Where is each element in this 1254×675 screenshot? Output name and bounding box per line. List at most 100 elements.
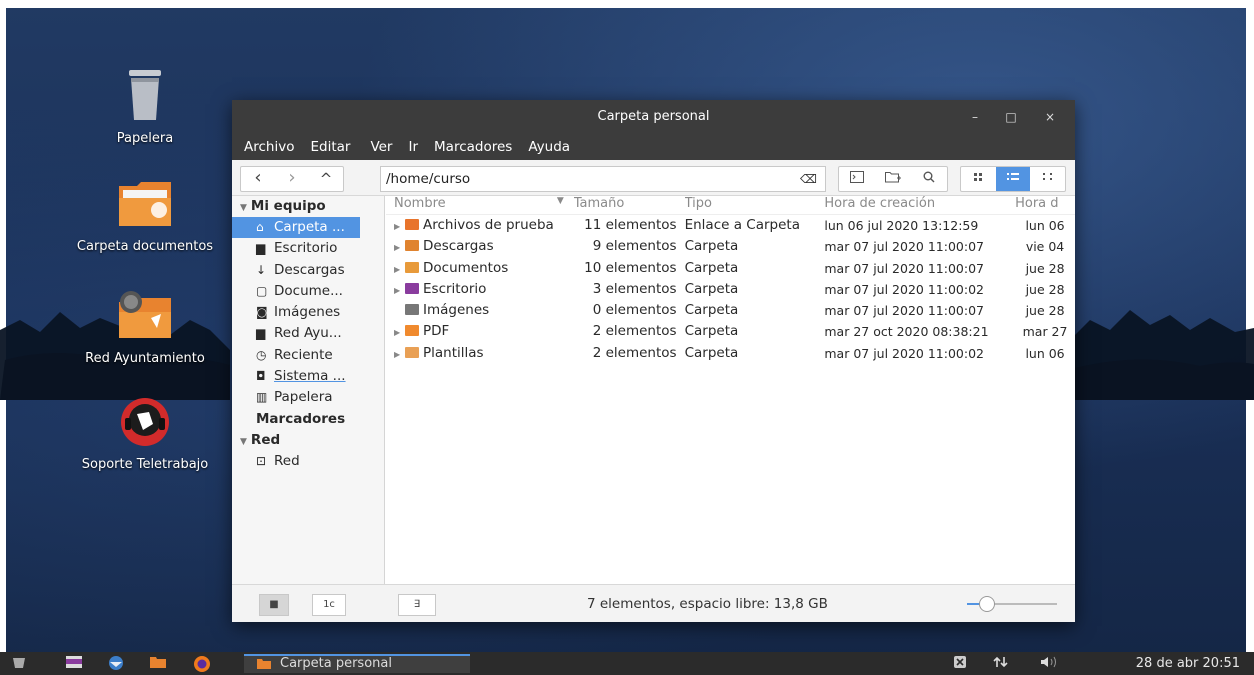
menu-archivo[interactable]: Archivo	[244, 139, 294, 155]
minimize-button[interactable]: –	[963, 100, 987, 134]
download-icon: ↓	[256, 262, 267, 277]
file-row[interactable]: ▶ Escritorio 3 elementos Carpeta mar 07 jul …	[386, 279, 1075, 300]
file-name-cell: ▶ Archivos de prueba	[386, 215, 574, 236]
sidebar-item-documentos[interactable]: ▢ Docume...	[232, 281, 384, 302]
file-row[interactable]: ▶ Plantillas 2 elementos Carpeta mar 07 jul …	[386, 343, 1075, 364]
column-header-tamano[interactable]: Tamaño	[574, 196, 685, 214]
column-header-nombre[interactable]: Nombre ▼	[386, 196, 574, 214]
tray-network-icon[interactable]	[990, 655, 1012, 672]
desktop-icon-label: Soporte Teletrabajo	[81, 457, 209, 472]
launcher-firefox[interactable]	[190, 655, 214, 672]
file-size-cell: 2 elementos	[592, 323, 677, 340]
terminal-toggle-button[interactable]: ∃	[398, 594, 436, 616]
tray-update-icon[interactable]	[950, 655, 970, 672]
file-row[interactable]: ▶ PDF 2 elementos Carpeta mar 27 oct 2020 08…	[386, 321, 1075, 342]
desktop-icon-soporte-teletrabajo[interactable]: Soporte Teletrabajo	[70, 394, 220, 473]
desktop-icon-carpeta-documentos[interactable]: Carpeta documentos	[70, 176, 220, 255]
location-bar[interactable]: /home/curso ⌫	[380, 166, 826, 192]
network-icon: ⊡	[256, 453, 267, 468]
grid-icon	[974, 173, 983, 181]
expand-arrow-icon[interactable]: ▶	[394, 280, 405, 300]
desktop-icon-red-ayuntamiento[interactable]: Red Ayuntamiento	[70, 288, 220, 367]
desktop-icon-papelera[interactable]: Papelera	[70, 68, 220, 147]
toolbar: ‹ › ^ /home/curso ⌫	[232, 160, 1075, 196]
launcher-file-manager[interactable]	[62, 655, 86, 672]
new-folder-button[interactable]	[875, 167, 911, 191]
menu-marcadores[interactable]: Marcadores	[434, 139, 512, 155]
file-modified-cell: jue 28	[1025, 281, 1065, 297]
clear-path-icon[interactable]: ⌫	[800, 167, 817, 191]
close-button[interactable]: ×	[1038, 100, 1062, 134]
launcher-thunderbird[interactable]	[104, 655, 128, 672]
list-view-button[interactable]	[995, 167, 1031, 191]
compact-list-icon	[1042, 173, 1052, 180]
file-list: Nombre ▼ Tamaño Tipo Hora de creación Hor…	[386, 196, 1075, 584]
file-row[interactable]: Imágenes 0 elementos Carpeta mar 07 jul 202…	[386, 300, 1075, 321]
tray-volume-icon[interactable]	[1036, 655, 1062, 672]
launcher-folder[interactable]	[146, 655, 170, 672]
file-modified-cell: mar 27	[1022, 324, 1068, 340]
clock[interactable]: 28 de abr 20:51	[1136, 652, 1240, 675]
places-toggle-button[interactable]: ■	[259, 594, 289, 616]
maximize-button[interactable]: □	[999, 100, 1023, 134]
taskbar-window-carpeta-personal[interactable]: Carpeta personal	[244, 654, 470, 673]
file-row[interactable]: ▶ Archivos de prueba 11 elementos Enlace a …	[386, 215, 1075, 236]
column-header-hora-creacion[interactable]: Hora de creación	[824, 196, 1015, 214]
expand-arrow-icon[interactable]: ▶	[394, 216, 405, 236]
expand-arrow-icon[interactable]: ▶	[394, 322, 405, 342]
zoom-slider[interactable]	[967, 596, 1057, 612]
folder-icon	[150, 657, 166, 668]
file-created-cell: mar 07 jul 2020 11:00:02	[824, 345, 984, 361]
sidebar-item-red-ayuntamiento[interactable]: ▆ Red Ayu...	[232, 323, 384, 344]
menubar: Archivo Editar Ver Ir Marcadores Ayuda	[232, 134, 1075, 160]
sidebar-item-imagenes[interactable]: ◙ Imágenes	[232, 302, 384, 323]
expand-arrow-icon[interactable]: ▶	[394, 237, 405, 257]
back-button[interactable]: ‹	[241, 167, 275, 191]
sidebar-item-papelera[interactable]: ▥ Papelera	[232, 387, 384, 408]
new-folder-icon	[885, 172, 901, 183]
compact-view-button[interactable]	[1030, 167, 1065, 191]
menu-editar[interactable]: Editar	[310, 139, 350, 155]
sidebar-item-carpeta-personal[interactable]: ⌂ Carpeta ...	[232, 217, 360, 239]
file-name-cell: Imágenes	[386, 300, 574, 321]
file-row[interactable]: ▶ Descargas 9 elementos Carpeta mar 07 jul 2…	[386, 236, 1075, 257]
file-created-cell: mar 07 jul 2020 11:00:02	[824, 281, 984, 297]
sidebar-item-reciente[interactable]: ◷ Reciente	[232, 345, 384, 366]
sidebar-section-red[interactable]: ▼ Red	[232, 430, 384, 451]
sidebar-item-sistema[interactable]: ◘ Sistema ...	[232, 366, 384, 387]
file-type-cell: Enlace a Carpeta	[684, 217, 800, 233]
terminal-button[interactable]	[839, 167, 875, 191]
file-size-cell: 11 elementos	[584, 217, 677, 233]
sidebar: ▼ Mi equipo ⌂ Carpeta ... ▆ Escritorio ↓ Des…	[232, 196, 385, 584]
menu-ayuda[interactable]: Ayuda	[528, 139, 570, 155]
file-name-cell: ▶ Documentos	[386, 258, 574, 279]
sidebar-item-red[interactable]: ⊡ Red	[232, 451, 384, 472]
sidebar-section-mi-equipo[interactable]: ▼ Mi equipo	[232, 196, 384, 217]
search-button[interactable]	[911, 167, 947, 191]
desktop-icon-label: Carpeta documentos	[76, 239, 214, 254]
file-row[interactable]: ▶ Documentos 10 elementos Carpeta mar 07 jul…	[386, 258, 1075, 279]
sidebar-item-descargas[interactable]: ↓ Descargas	[232, 260, 384, 281]
menu-ver[interactable]: Ver	[370, 139, 392, 155]
folder-documents-icon	[115, 176, 175, 232]
up-button[interactable]: ^	[309, 167, 343, 191]
app-menu-button[interactable]	[8, 655, 30, 672]
icon-view-button[interactable]	[961, 167, 996, 191]
column-header-tipo[interactable]: Tipo	[685, 196, 825, 214]
menu-ir[interactable]: Ir	[408, 139, 418, 155]
folder-icon	[257, 659, 271, 669]
sidebar-section-marcadores[interactable]: Marcadores	[232, 409, 384, 430]
zoom-slider-handle[interactable]	[978, 596, 995, 612]
sidebar-item-escritorio[interactable]: ▆ Escritorio	[232, 238, 384, 259]
expand-arrow-icon[interactable]: ▶	[394, 259, 405, 279]
forward-button[interactable]: ›	[275, 167, 309, 191]
folder-icon: ▆	[256, 326, 266, 341]
expand-arrow-icon[interactable]: ▶	[394, 344, 405, 364]
file-name-cell: ▶ Descargas	[386, 236, 574, 257]
clock-icon: ◷	[256, 347, 267, 362]
window-titlebar[interactable]: Carpeta personal – □ ×	[232, 100, 1075, 134]
tree-toggle-button[interactable]: 1c	[312, 594, 346, 616]
file-type-cell: Carpeta	[684, 280, 739, 297]
terminal-icon	[850, 171, 864, 183]
column-header-hora-modificacion[interactable]: Hora d	[1015, 196, 1075, 214]
